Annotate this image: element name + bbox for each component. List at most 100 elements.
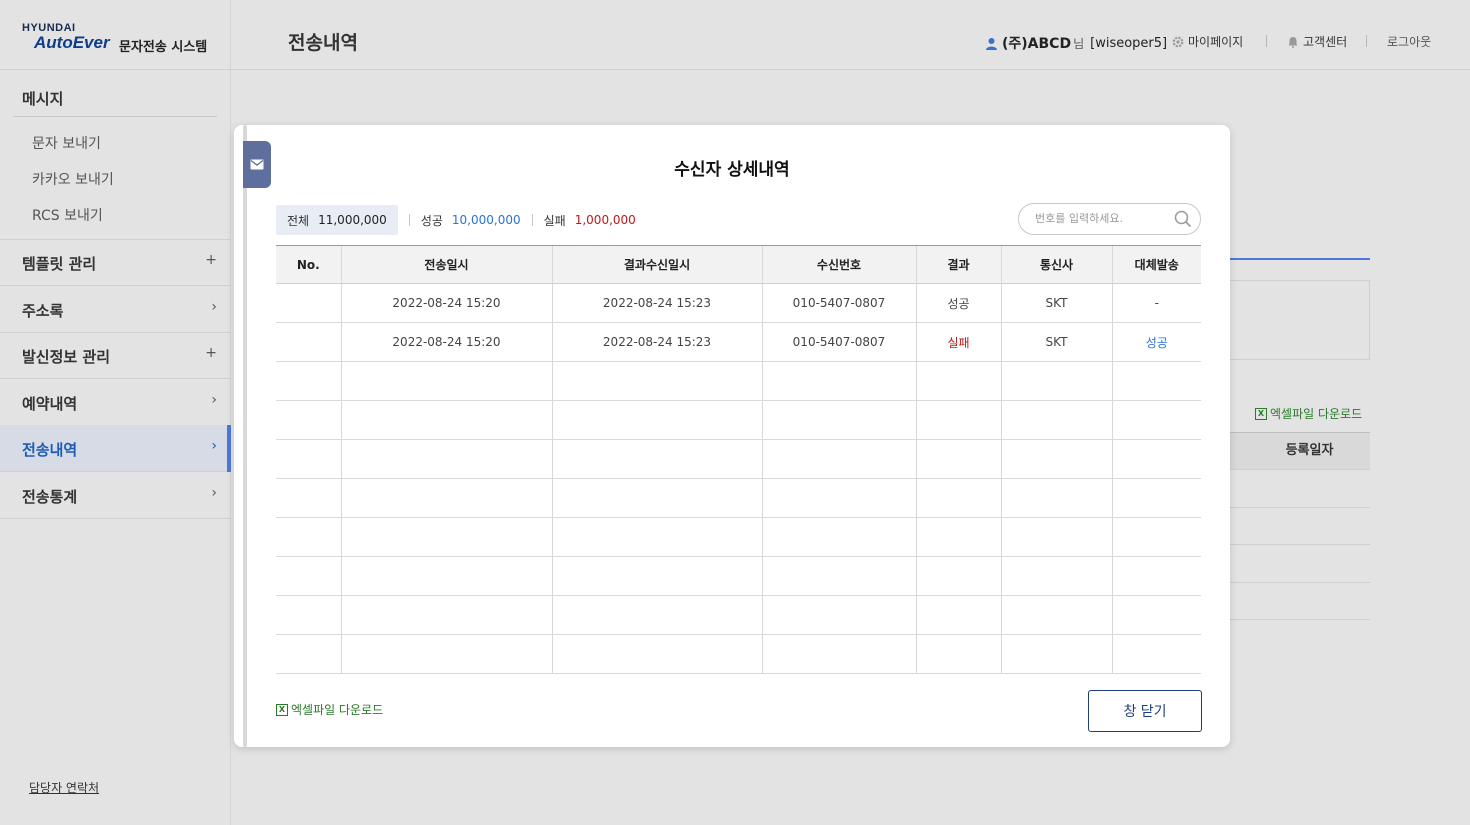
cell-fallback xyxy=(1111,634,1201,674)
cell-result xyxy=(915,478,1001,518)
support-link[interactable]: 고객센터 xyxy=(1287,33,1347,50)
cell-recipient xyxy=(761,361,916,401)
nav-sub-send-kakao[interactable]: 카카오 보내기 xyxy=(32,169,114,189)
gear-icon xyxy=(1172,36,1184,47)
column-header-carrier: 통신사 xyxy=(1000,245,1112,284)
table-row xyxy=(276,478,1201,518)
cell-result-time xyxy=(551,478,762,518)
contact-link[interactable]: 담당자 연락처 xyxy=(29,779,99,796)
table-row xyxy=(276,361,1201,401)
cell-send-time xyxy=(340,439,552,479)
cell-no xyxy=(276,400,341,440)
table-row xyxy=(276,595,1201,635)
cell-carrier xyxy=(1000,439,1112,479)
column-header-send-time: 전송일시 xyxy=(340,245,552,284)
recipient-detail-modal: 수신자 상세내역 전체 11,000,000 성공 10,000,000 실패 … xyxy=(234,125,1230,747)
nav-item-label: 예약내역 xyxy=(22,395,78,413)
cell-send-time xyxy=(340,517,552,557)
nav-item-addressbook[interactable]: 주소록 › xyxy=(0,286,231,333)
divider xyxy=(0,69,231,70)
cell-no xyxy=(276,595,341,635)
tab-underline xyxy=(1229,258,1370,260)
cell-send-time xyxy=(340,556,552,596)
filter-box xyxy=(1229,280,1370,360)
column-header-result: 결과 xyxy=(915,245,1001,284)
cell-result xyxy=(915,400,1001,440)
cell-no xyxy=(276,283,341,323)
nav-item-sender-info[interactable]: 발신정보 관리 + xyxy=(0,332,231,379)
recipient-table: No. 전송일시 결과수신일시 수신번호 결과 통신사 대체발송 2022-08… xyxy=(276,245,1201,674)
column-header-result-time: 결과수신일시 xyxy=(551,245,762,284)
nav-item-statistics[interactable]: 전송통계 › xyxy=(0,472,231,519)
cell-carrier xyxy=(1000,595,1112,635)
cell-result: 성공 xyxy=(915,283,1001,323)
logout-link[interactable]: 로그아웃 xyxy=(1387,33,1431,50)
cell-fallback xyxy=(1111,478,1201,518)
column-header-no: No. xyxy=(276,245,341,284)
cell-no xyxy=(276,439,341,479)
chevron-right-icon: › xyxy=(211,485,217,501)
table-header-row: No. 전송일시 결과수신일시 수신번호 결과 통신사 대체발송 xyxy=(276,245,1201,284)
nav-item-send-history[interactable]: 전송내역 › xyxy=(0,425,231,472)
cell-recipient xyxy=(761,556,916,596)
cell-carrier: SKT xyxy=(1000,283,1112,323)
nav-item-label: 템플릿 관리 xyxy=(22,255,97,273)
nav-item-template[interactable]: 템플릿 관리 + xyxy=(0,239,231,286)
table-row xyxy=(276,400,1201,440)
cell-fallback xyxy=(1111,595,1201,635)
cell-result-time: 2022-08-24 15:23 xyxy=(551,283,762,323)
nav-group-message[interactable]: 메시지 xyxy=(22,88,63,109)
cell-send-time xyxy=(340,478,552,518)
sidebar: HYUNDAI AutoEver 문자전송 시스템 메시지 문자 보내기 카카오… xyxy=(0,0,231,825)
mypage-link[interactable]: 마이페이지 xyxy=(1172,33,1243,50)
nav-sub-send-rcs[interactable]: RCS 보내기 xyxy=(32,205,103,225)
cell-result xyxy=(915,361,1001,401)
excel-download-label: 엑셀파일 다운로드 xyxy=(1270,407,1363,421)
cell-result: 실패 xyxy=(915,322,1001,362)
cell-result-time xyxy=(551,634,762,674)
divider xyxy=(1229,582,1370,583)
excel-download-label: 엑셀파일 다운로드 xyxy=(291,703,384,717)
brand-main-text: AutoEver xyxy=(34,33,110,52)
excel-download-link[interactable]: X 엑셀파일 다운로드 xyxy=(276,701,383,718)
cell-recipient xyxy=(761,478,916,518)
divider xyxy=(531,214,533,226)
nav-item-label: 전송내역 xyxy=(22,441,78,459)
chevron-right-icon: › xyxy=(211,438,217,454)
user-info: (주)ABCD 님 [wiseoper5] xyxy=(985,33,1167,53)
cell-result xyxy=(915,439,1001,479)
cell-no xyxy=(276,556,341,596)
cell-result xyxy=(915,556,1001,596)
table-row xyxy=(276,439,1201,479)
close-button[interactable]: 창 닫기 xyxy=(1088,690,1202,732)
support-label: 고객센터 xyxy=(1303,35,1348,49)
table-row: 2022-08-24 15:20 2022-08-24 15:23 010-54… xyxy=(276,283,1201,323)
bell-icon xyxy=(1288,36,1298,48)
nav-sub-send-sms[interactable]: 문자 보내기 xyxy=(32,133,101,153)
cell-no xyxy=(276,478,341,518)
table-row xyxy=(276,556,1201,596)
cell-carrier xyxy=(1000,556,1112,596)
logo[interactable]: HYUNDAI AutoEver 문자전송 시스템 xyxy=(22,22,207,55)
cell-result-time: 2022-08-24 15:23 xyxy=(551,322,762,362)
total-value: 11,000,000 xyxy=(318,213,387,227)
bg-excel-download-link[interactable]: X 엑셀파일 다운로드 xyxy=(1255,405,1362,422)
cell-carrier xyxy=(1000,361,1112,401)
cell-result-time xyxy=(551,361,762,401)
divider xyxy=(408,214,410,226)
nav-item-reservations[interactable]: 예약내역 › xyxy=(0,379,231,426)
cell-no xyxy=(276,322,341,362)
nav-item-label: 발신정보 관리 xyxy=(22,348,111,366)
number-search xyxy=(1018,203,1201,235)
cell-result xyxy=(915,634,1001,674)
chevron-right-icon: › xyxy=(211,299,217,315)
table-row: 2022-08-24 15:20 2022-08-24 15:23 010-54… xyxy=(276,322,1201,362)
user-id: [wiseoper5] xyxy=(1090,35,1168,51)
cell-fallback xyxy=(1111,400,1201,440)
cell-no xyxy=(276,361,341,401)
cell-fallback[interactable]: 성공 xyxy=(1111,322,1201,362)
divider xyxy=(1229,507,1370,508)
search-input[interactable] xyxy=(1033,211,1173,226)
search-icon[interactable] xyxy=(1174,210,1192,228)
cell-no xyxy=(276,517,341,557)
